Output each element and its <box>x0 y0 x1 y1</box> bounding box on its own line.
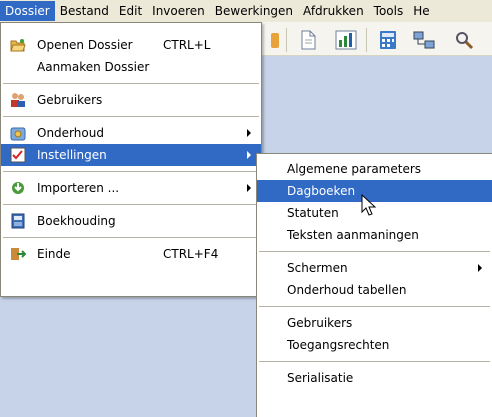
menuitem-boekhouding[interactable]: Boekhouding <box>1 210 261 232</box>
document-icon[interactable] <box>296 28 320 52</box>
shortcut-label: CTRL+L <box>163 38 211 52</box>
folder-edge-icon[interactable] <box>264 28 288 52</box>
menuitem-aanmaken-dossier[interactable]: Aanmaken Dossier <box>1 56 261 78</box>
menuitem-einde[interactable]: Einde CTRL+F4 <box>1 243 261 265</box>
menuitem-toegangsrechten[interactable]: Toegangsrechten <box>257 334 492 356</box>
menuitem-label: Teksten aanmaningen <box>287 228 419 242</box>
magnifier-icon[interactable] <box>452 28 476 52</box>
menuitem-label: Boekhouding <box>37 214 116 228</box>
calculator-icon[interactable] <box>376 28 400 52</box>
submenu-arrow-icon <box>247 184 251 192</box>
menuitem-label: Importeren ... <box>37 181 120 195</box>
menu-edit[interactable]: Edit <box>114 1 147 21</box>
dossier-dropdown-menu: Openen Dossier CTRL+L Aanmaken Dossier G… <box>0 22 262 297</box>
toolbar <box>262 22 492 56</box>
menuitem-label: Serialisatie <box>287 371 354 385</box>
menuitem-gebruikers[interactable]: Gebruikers <box>1 89 261 111</box>
menuitem-label: Algemene parameters <box>287 162 422 176</box>
accounting-book-icon <box>10 213 26 229</box>
instellingen-submenu: Algemene parameters Dagboeken Statuten T… <box>256 153 492 417</box>
menuitem-onderhoud[interactable]: Onderhoud <box>1 122 261 144</box>
bar-chart-icon[interactable] <box>334 28 358 52</box>
submenu-arrow-icon <box>478 264 482 272</box>
menu-invoeren[interactable]: Invoeren <box>147 1 210 21</box>
toolbar-separator <box>366 28 367 52</box>
menu-dossier[interactable]: Dossier <box>0 1 55 21</box>
toolbar-separator <box>286 28 287 52</box>
menuitem-algemene-parameters[interactable]: Algemene parameters <box>257 158 492 180</box>
menuitem-label: Instellingen <box>37 148 107 162</box>
menuitem-gebruikers-sub[interactable]: Gebruikers <box>257 312 492 334</box>
menuitem-label: Einde <box>37 247 71 261</box>
menu-help[interactable]: He <box>408 1 434 21</box>
import-icon <box>10 180 26 196</box>
menu-separator <box>3 83 259 84</box>
menuitem-instellingen[interactable]: Instellingen <box>1 144 261 166</box>
menu-tools[interactable]: Tools <box>369 1 409 21</box>
mouse-cursor-icon <box>361 193 381 218</box>
menu-bewerkingen[interactable]: Bewerkingen <box>210 1 298 21</box>
users-icon <box>10 92 26 108</box>
menuitem-onderhoud-tabellen[interactable]: Onderhoud tabellen <box>257 279 492 301</box>
menuitem-label: Schermen <box>287 261 348 275</box>
open-folder-icon <box>10 37 26 53</box>
menu-bestand[interactable]: Bestand <box>55 1 114 21</box>
menuitem-serialisatie[interactable]: Serialisatie <box>257 367 492 389</box>
menu-separator <box>3 116 259 117</box>
menu-afdrukken[interactable]: Afdrukken <box>298 1 369 21</box>
exit-icon <box>10 246 27 262</box>
menu-separator <box>3 171 259 172</box>
menuitem-label: Toegangsrechten <box>287 338 390 352</box>
network-icon[interactable] <box>412 28 436 52</box>
menuitem-label: Gebruikers <box>287 316 353 330</box>
submenu-arrow-icon <box>247 151 251 159</box>
menuitem-openen-dossier[interactable]: Openen Dossier CTRL+L <box>1 34 261 56</box>
settings-checklist-icon <box>10 147 26 163</box>
menuitem-label: Openen Dossier <box>37 38 133 52</box>
menu-separator <box>3 204 259 205</box>
menuitem-label: Aanmaken Dossier <box>37 60 150 74</box>
menu-separator <box>3 237 259 238</box>
menuitem-label: Gebruikers <box>37 93 103 107</box>
menuitem-label: Onderhoud tabellen <box>287 283 407 297</box>
menu-separator <box>259 361 490 362</box>
submenu-arrow-icon <box>247 129 251 137</box>
menuitem-label: Statuten <box>287 206 339 220</box>
menuitem-schermen[interactable]: Schermen <box>257 257 492 279</box>
menuitem-teksten-aanmaningen[interactable]: Teksten aanmaningen <box>257 224 492 246</box>
menuitem-label: Onderhoud <box>37 126 104 140</box>
menuitem-importeren[interactable]: Importeren ... <box>1 177 261 199</box>
menu-bar: Dossier Bestand Edit Invoeren Bewerkinge… <box>0 0 492 22</box>
menuitem-label: Dagboeken <box>287 184 356 198</box>
menu-separator <box>259 306 490 307</box>
shortcut-label: CTRL+F4 <box>163 247 219 261</box>
menu-separator <box>259 251 490 252</box>
maintenance-icon <box>10 125 26 141</box>
